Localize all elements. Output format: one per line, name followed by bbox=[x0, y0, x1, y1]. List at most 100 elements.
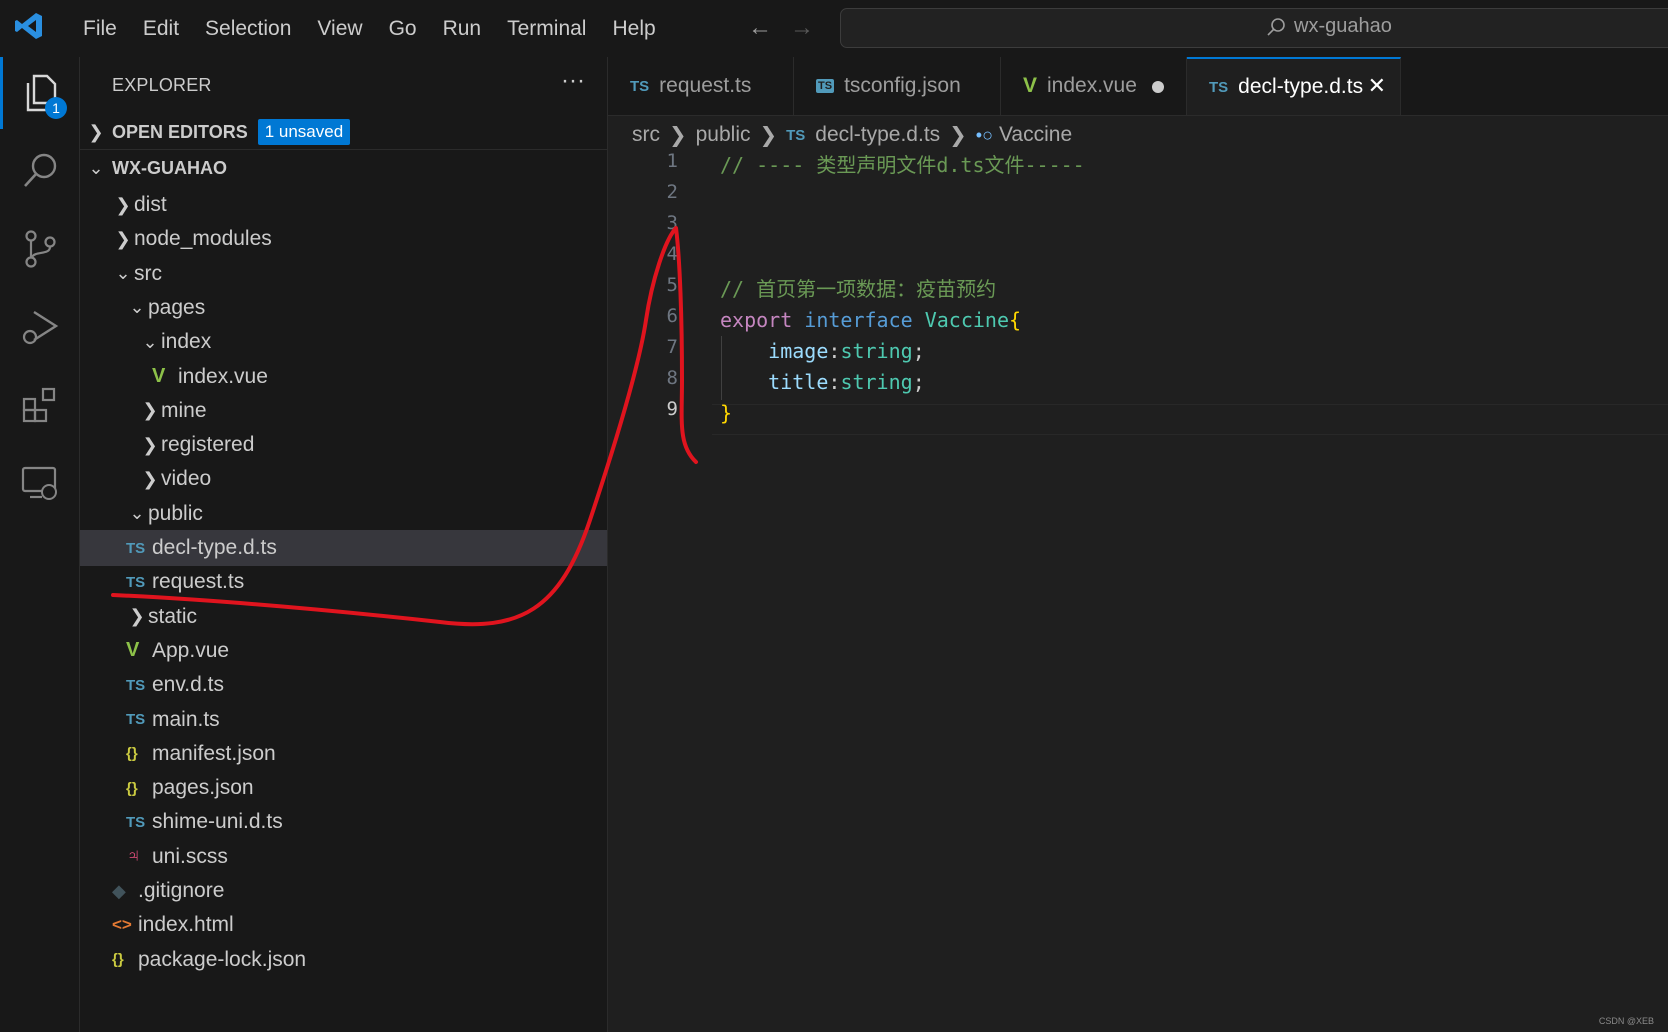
tab-decl-type-d-ts[interactable]: TS decl-type.d.ts ✕ bbox=[1187, 57, 1401, 115]
tab-label: tsconfig.json bbox=[844, 74, 961, 97]
line-number: 5 bbox=[666, 274, 678, 296]
tree-item-app-vue[interactable]: V App.vue bbox=[80, 633, 607, 669]
section-divider bbox=[80, 149, 607, 150]
menu-terminal[interactable]: Terminal bbox=[494, 17, 599, 41]
json-file-icon: {} bbox=[126, 779, 138, 797]
line-number: 6 bbox=[666, 305, 678, 327]
chevron-down-icon: ⌄ bbox=[129, 503, 145, 524]
ts-file-icon: TS bbox=[786, 126, 806, 144]
menu-go[interactable]: Go bbox=[376, 17, 430, 41]
tree-item-node-modules[interactable]: ❯ node_modules bbox=[80, 221, 607, 257]
line-number: 8 bbox=[666, 367, 678, 389]
tree-item-static[interactable]: ❯ static bbox=[80, 599, 607, 635]
breadcrumb-file[interactable]: decl-type.d.ts bbox=[815, 123, 940, 147]
tab-label: index.vue bbox=[1047, 74, 1137, 97]
search-activity[interactable] bbox=[0, 135, 79, 207]
tree-item-label: env.d.ts bbox=[152, 673, 224, 697]
chevron-down-icon: ⌄ bbox=[115, 263, 131, 284]
title-bar: File Edit Selection View Go Run Terminal… bbox=[0, 0, 1668, 58]
tree-item-index-vue[interactable]: Vindex.vue bbox=[80, 359, 607, 395]
git-file-icon: ◆ bbox=[112, 880, 126, 901]
chevron-right-icon: ❯ bbox=[669, 123, 687, 147]
tree-item-mine[interactable]: ❯ mine bbox=[80, 393, 607, 429]
line-number: 1 bbox=[666, 150, 678, 172]
tab-index-vue[interactable]: V index.vue bbox=[1001, 57, 1187, 115]
tree-item-src[interactable]: ⌄ src bbox=[80, 256, 607, 292]
menu-edit[interactable]: Edit bbox=[130, 17, 192, 41]
code-line-6: export interface Vaccine{ bbox=[720, 305, 1021, 336]
tree-item-label: static bbox=[148, 604, 198, 628]
menu-help[interactable]: Help bbox=[599, 17, 668, 41]
command-center-search[interactable]: wx-guahao bbox=[840, 8, 1668, 48]
tree-item-main-ts[interactable]: TS main.ts bbox=[80, 702, 607, 738]
tree-item-label: package-lock.json bbox=[138, 947, 307, 971]
property-image: image bbox=[768, 339, 829, 363]
tab-tsconfig-json[interactable]: TS tsconfig.json bbox=[794, 57, 1001, 115]
breadcrumb-public[interactable]: public bbox=[696, 123, 751, 147]
forward-arrow-icon[interactable]: → bbox=[790, 14, 814, 42]
tree-item-public[interactable]: ⌄ public bbox=[80, 496, 607, 532]
breadcrumb-symbol[interactable]: Vaccine bbox=[999, 123, 1072, 147]
tree-item-env-d-ts[interactable]: TS env.d.ts bbox=[80, 667, 607, 703]
tree-item-dist[interactable]: ❯ dist bbox=[80, 187, 607, 223]
navigation-arrows: ← → bbox=[748, 14, 814, 42]
menu-file[interactable]: File bbox=[70, 17, 130, 41]
explorer-activity[interactable]: 1 bbox=[0, 57, 79, 129]
menu-selection[interactable]: Selection bbox=[192, 17, 304, 41]
workspace-header[interactable]: ⌄ WX-GUAHAO bbox=[80, 151, 607, 185]
tree-item-shime-uni-d-ts[interactable]: TS shime-uni.d.ts bbox=[80, 804, 607, 840]
run-debug-activity[interactable] bbox=[0, 291, 79, 363]
tree-item-video[interactable]: ❯ video bbox=[80, 461, 607, 497]
tab-request-ts[interactable]: TS request.ts bbox=[608, 57, 794, 115]
menu-view[interactable]: View bbox=[304, 17, 375, 41]
tab-label: request.ts bbox=[659, 74, 752, 97]
chevron-down-icon: ⌄ bbox=[88, 157, 104, 178]
tree-item-manifest-json[interactable]: {} manifest.json bbox=[80, 736, 607, 772]
tree-item-request-ts[interactable]: TS request.ts bbox=[80, 564, 607, 600]
tree-item-package-lock-json[interactable]: {} package-lock.json bbox=[80, 942, 607, 978]
more-actions-icon[interactable]: ··· bbox=[561, 67, 585, 95]
explorer-title: EXPLORER bbox=[112, 75, 212, 95]
tree-item-registered[interactable]: ❯ registered bbox=[80, 427, 607, 463]
code-line-5: // 首页第一项数据：疫苗预约 bbox=[720, 277, 997, 301]
menu-run[interactable]: Run bbox=[430, 17, 495, 41]
tree-item-label: index.html bbox=[138, 913, 234, 937]
extensions-activity[interactable] bbox=[0, 369, 79, 441]
chevron-down-icon: ⌄ bbox=[129, 297, 145, 318]
back-arrow-icon[interactable]: ← bbox=[748, 14, 772, 42]
vue-file-icon: V bbox=[126, 639, 140, 662]
source-control-activity[interactable] bbox=[0, 213, 79, 285]
open-editors-header[interactable]: ❯ OPEN EDITORS 1 unsaved bbox=[80, 115, 607, 149]
tree-item-index[interactable]: ⌄ index bbox=[80, 324, 607, 360]
chevron-right-icon: ❯ bbox=[115, 194, 131, 215]
tree-item-index-html[interactable]: <> index.html bbox=[80, 907, 607, 943]
close-icon[interactable]: ✕ bbox=[1368, 73, 1386, 99]
json-file-icon: {} bbox=[126, 745, 138, 763]
tree-item-pages-json[interactable]: {} pages.json bbox=[80, 770, 607, 806]
source-control-icon bbox=[24, 230, 56, 268]
tree-item-gitignore[interactable]: ◆ .gitignore bbox=[80, 873, 607, 909]
remote-explorer-activity[interactable] bbox=[0, 447, 79, 519]
keyword-interface: interface bbox=[804, 308, 913, 332]
breadcrumb-src[interactable]: src bbox=[632, 123, 660, 147]
tree-item-label: .gitignore bbox=[138, 879, 225, 902]
tree-item-decl-type-d-ts[interactable]: TS decl-type.d.ts bbox=[80, 530, 607, 566]
chevron-down-icon: ⌄ bbox=[142, 331, 158, 352]
tree-item-label: manifest.json bbox=[152, 741, 276, 765]
line-number: 2 bbox=[666, 181, 678, 203]
property-title: title bbox=[768, 370, 829, 394]
type-string: string bbox=[840, 339, 913, 363]
tree-item-label: main.ts bbox=[152, 707, 220, 731]
chevron-right-icon: ❯ bbox=[142, 434, 158, 455]
unsaved-dot-icon[interactable] bbox=[1152, 81, 1164, 93]
type-string: string bbox=[840, 370, 913, 394]
scss-file-icon: ♃ bbox=[126, 845, 141, 868]
tree-item-uni-scss[interactable]: ♃ uni.scss bbox=[80, 839, 607, 875]
vscode-logo-icon bbox=[15, 13, 42, 39]
ts-file-icon: TS bbox=[126, 676, 146, 694]
chevron-right-icon: ❯ bbox=[142, 400, 158, 421]
tree-item-label: shime-uni.d.ts bbox=[152, 810, 283, 834]
run-debug-icon bbox=[22, 310, 58, 345]
editor-tabs: TS request.ts TS tsconfig.json V index.v… bbox=[608, 57, 1668, 116]
tree-item-pages[interactable]: ⌄ pages bbox=[80, 290, 607, 326]
